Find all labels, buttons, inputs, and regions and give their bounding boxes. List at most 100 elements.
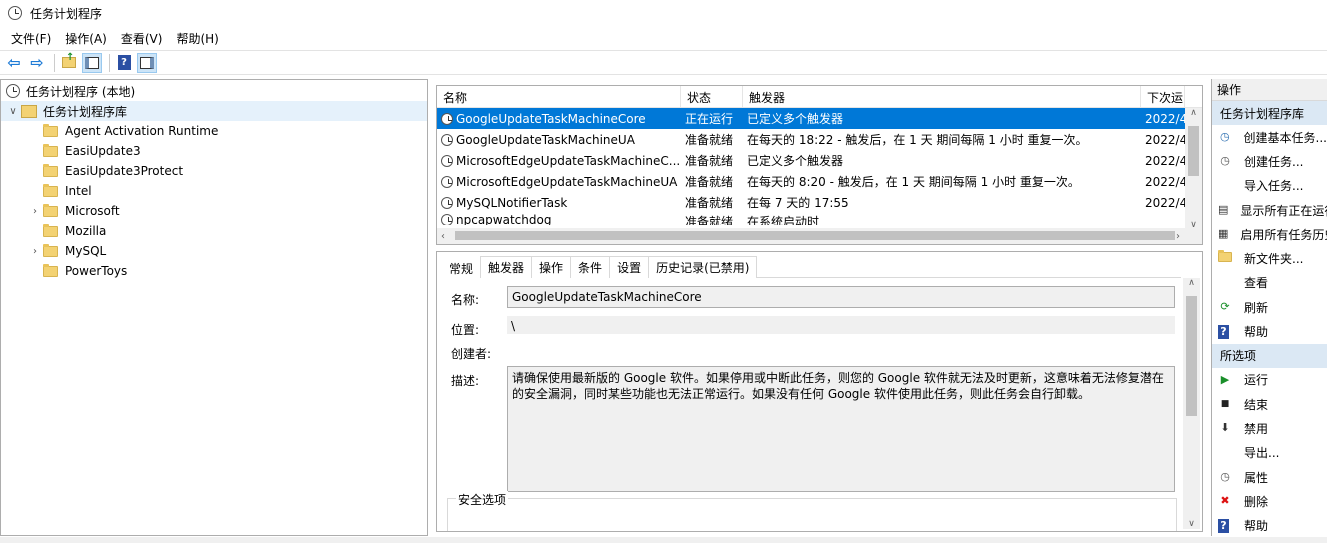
column-trigger[interactable]: 触发器 xyxy=(743,86,1141,108)
tree-folder[interactable]: › Microsoft xyxy=(1,201,427,221)
description-field[interactable]: 请确保使用最新版的 Google 软件。如果停用或中断此任务，则您的 Googl… xyxy=(507,366,1175,492)
scroll-thumb[interactable] xyxy=(1188,126,1199,176)
column-status[interactable]: 状态 xyxy=(681,86,743,108)
actions-section-library[interactable]: 任务计划程序库 xyxy=(1212,101,1327,125)
action-import-task[interactable]: 导入任务... xyxy=(1212,174,1327,198)
menu-view[interactable]: 查看(V) xyxy=(114,30,170,47)
action-refresh[interactable]: ⟳ 刷新 xyxy=(1212,295,1327,319)
action-delete[interactable]: ✖ 删除 xyxy=(1212,489,1327,513)
tab-history[interactable]: 历史记录(已禁用) xyxy=(648,256,758,278)
action-run[interactable]: ▶ 运行 xyxy=(1212,368,1327,392)
task-next-run: 2022/4 xyxy=(1145,153,1185,168)
action-view[interactable]: 查看 xyxy=(1212,271,1327,295)
action-help[interactable]: ? 帮助 xyxy=(1212,319,1327,343)
action-end[interactable]: ■ 结束 xyxy=(1212,392,1327,416)
tab-general[interactable]: 常规 xyxy=(441,256,482,279)
action-create-basic-task[interactable]: ◷ 创建基本任务... xyxy=(1212,125,1327,149)
task-list-horizontal-scrollbar[interactable]: ‹ › xyxy=(437,228,1202,244)
task-status: 准备就绪 xyxy=(685,154,734,168)
disable-icon: ⬇ xyxy=(1220,421,1230,435)
task-trigger: 已定义多个触发器 xyxy=(747,154,844,168)
tab-conditions[interactable]: 条件 xyxy=(570,256,611,278)
task-status: 准备就绪 xyxy=(685,175,734,189)
task-icon xyxy=(441,196,453,209)
menu-action[interactable]: 操作(A) xyxy=(58,30,114,47)
up-folder-button[interactable]: ↑ xyxy=(59,52,79,73)
menu-file[interactable]: 文件(F) xyxy=(4,30,58,47)
action-label: 显示所有正在运行 xyxy=(1240,203,1327,218)
tree-folder[interactable]: Mozilla xyxy=(1,221,427,241)
task-row[interactable]: GoogleUpdateTaskMachineUA 准备就绪 在每天的 18:2… xyxy=(437,129,1202,150)
scroll-thumb[interactable] xyxy=(455,231,1175,240)
tree-folder[interactable]: › MySQL xyxy=(1,241,427,261)
console-tree-icon xyxy=(85,56,99,69)
task-icon xyxy=(441,214,453,225)
actions-section-selected[interactable]: 所选项 xyxy=(1212,343,1327,368)
tree-folder[interactable]: EasiUpdate3Protect xyxy=(1,161,427,181)
folder-icon xyxy=(43,263,58,277)
detail-tabs: 常规 触发器 操作 条件 设置 历史记录(已禁用) xyxy=(441,256,1181,279)
tree-folder[interactable]: Agent Activation Runtime xyxy=(1,121,427,141)
tab-triggers[interactable]: 触发器 xyxy=(480,256,533,278)
task-row[interactable]: GoogleUpdateTaskMachineCore 正在运行 已定义多个触发… xyxy=(437,108,1202,129)
collapse-chevron-icon[interactable]: ∨ xyxy=(5,106,21,117)
task-name: npcapwatchdog xyxy=(456,213,552,225)
action-show-running[interactable]: ▤ 显示所有正在运行 xyxy=(1212,198,1327,222)
toolbar-separator xyxy=(54,53,55,72)
scroll-down-icon[interactable]: ∨ xyxy=(1183,519,1200,529)
column-name[interactable]: 名称 xyxy=(437,86,681,108)
scroll-up-icon[interactable]: ∧ xyxy=(1183,278,1200,294)
folder-icon xyxy=(43,143,58,157)
scroll-thumb[interactable] xyxy=(1186,296,1197,416)
folder-label: PowerToys xyxy=(65,264,128,278)
action-create-task[interactable]: ◷ 创建任务... xyxy=(1212,149,1327,173)
show-hide-action-pane-button[interactable] xyxy=(137,52,157,73)
task-row[interactable]: MicrosoftEdgeUpdateTaskMachineUA 准备就绪 在每… xyxy=(437,171,1202,192)
help-button[interactable]: ? xyxy=(114,53,134,73)
tab-actions[interactable]: 操作 xyxy=(531,256,572,278)
task-row[interactable]: MySQLNotifierTask 准备就绪 在每 7 天的 17:55 202… xyxy=(437,192,1202,213)
location-label: 位置: xyxy=(451,323,480,337)
tree-folder[interactable]: Intel xyxy=(1,181,427,201)
task-trigger: 在每天的 8:20 - 触发后，在 1 天 期间每隔 1 小时 重复一次。 xyxy=(747,175,1080,189)
action-properties[interactable]: ◷ 属性 xyxy=(1212,465,1327,489)
action-label: 查看 xyxy=(1244,276,1269,291)
tree-folder[interactable]: PowerToys xyxy=(1,261,427,281)
action-label: 刷新 xyxy=(1244,300,1269,315)
detail-vertical-scrollbar[interactable]: ∧ ∨ xyxy=(1183,278,1200,529)
tree-folder[interactable]: EasiUpdate3 xyxy=(1,141,427,161)
name-label: 名称: xyxy=(451,293,480,307)
tree-root[interactable]: 任务计划程序 (本地) xyxy=(1,81,427,101)
task-list: 名称 状态 触发器 下次运 GoogleUpdateTaskMachineCor… xyxy=(436,85,1203,245)
location-field: \ xyxy=(507,316,1175,334)
column-next-run[interactable]: 下次运 xyxy=(1141,86,1185,108)
action-pane-icon xyxy=(140,56,154,69)
blank-icon xyxy=(1218,179,1232,193)
scroll-up-icon[interactable]: ∧ xyxy=(1185,108,1202,124)
show-hide-tree-button[interactable] xyxy=(82,52,102,73)
action-export[interactable]: 导出... xyxy=(1212,441,1327,465)
action-disable[interactable]: ⬇ 禁用 xyxy=(1212,416,1327,440)
menu-help[interactable]: 帮助(H) xyxy=(169,30,225,47)
scroll-right-icon[interactable]: › xyxy=(1176,231,1180,242)
folder-icon xyxy=(43,243,58,257)
task-icon xyxy=(441,133,453,146)
name-field[interactable]: GoogleUpdateTaskMachineCore xyxy=(507,286,1175,308)
folder-label: Mozilla xyxy=(65,224,107,238)
tree-library[interactable]: ∨ 任务计划程序库 xyxy=(1,101,427,121)
action-label: 导出... xyxy=(1244,446,1280,461)
action-new-folder[interactable]: 新文件夹... xyxy=(1212,246,1327,270)
back-button[interactable]: ⇦ xyxy=(4,53,24,73)
task-list-vertical-scrollbar[interactable]: ∧ ∨ xyxy=(1185,108,1202,230)
forward-button[interactable]: ⇨ xyxy=(27,53,47,73)
expand-chevron-icon[interactable]: › xyxy=(27,246,43,257)
expand-chevron-icon[interactable]: › xyxy=(27,206,43,217)
tab-settings[interactable]: 设置 xyxy=(609,256,650,278)
action-enable-history[interactable]: ▦ 启用所有任务历史 xyxy=(1212,222,1327,246)
folder-label: Agent Activation Runtime xyxy=(65,124,219,138)
actions-header: 操作 xyxy=(1212,79,1327,101)
scroll-left-icon[interactable]: ‹ xyxy=(441,231,445,242)
action-help-selected[interactable]: ? 帮助 xyxy=(1212,513,1327,536)
task-row[interactable]: npcapwatchdog 准备就绪 在系统启动时 xyxy=(437,213,1202,225)
task-row[interactable]: MicrosoftEdgeUpdateTaskMachineC... 准备就绪 … xyxy=(437,150,1202,171)
